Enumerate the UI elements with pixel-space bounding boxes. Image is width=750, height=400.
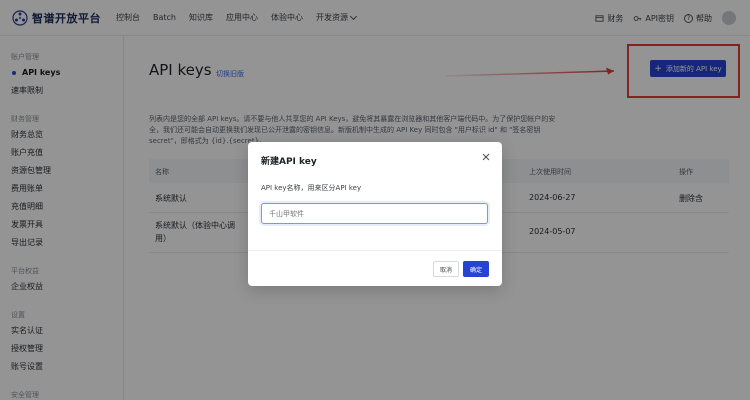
close-icon[interactable] [480, 151, 492, 163]
modal-title: 新建API key [261, 157, 317, 167]
modal-divider [248, 250, 502, 251]
confirm-button[interactable]: 确定 [463, 261, 489, 277]
cancel-button[interactable]: 取消 [433, 261, 459, 277]
modal-field-label: API key名称，用来区分API key [261, 184, 362, 192]
api-key-name-input[interactable] [261, 203, 488, 224]
create-api-key-modal: 新建API key API key名称，用来区分API key 取消 确定 [248, 142, 502, 286]
